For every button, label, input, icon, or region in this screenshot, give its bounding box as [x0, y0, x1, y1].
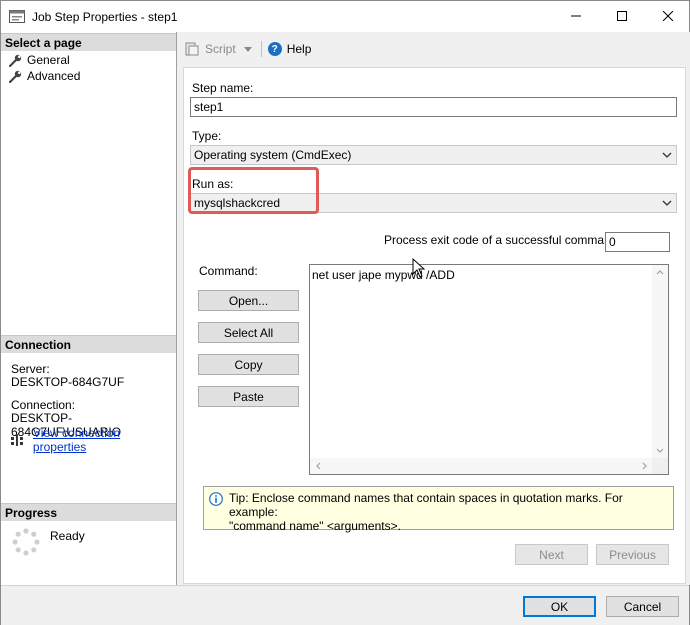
title-bar: Job Step Properties - step1: [1, 1, 689, 32]
open-button[interactable]: Open...: [198, 290, 299, 311]
main-content: Script ? Help Step name: step1 Type: Ope…: [178, 32, 690, 585]
help-button[interactable]: ? Help: [267, 42, 312, 56]
server-value: DESKTOP-684G7UF: [11, 375, 125, 389]
wrench-icon: [9, 54, 22, 67]
minimize-button[interactable]: [553, 1, 599, 31]
maximize-icon: [617, 11, 627, 21]
wrench-icon: [9, 70, 22, 83]
sidebar-item-label: General: [27, 53, 70, 67]
scroll-right-icon: [642, 462, 647, 470]
cancel-button[interactable]: Cancel: [606, 596, 679, 617]
command-text: net user jape mypwd /ADD: [312, 268, 455, 282]
progress-status: Ready: [50, 529, 85, 543]
chevron-down-icon: [662, 152, 672, 158]
toolbar: Script ? Help: [185, 40, 311, 58]
ok-button[interactable]: OK: [523, 596, 596, 617]
command-label: Command:: [199, 264, 258, 278]
horizontal-scrollbar[interactable]: [310, 458, 653, 474]
script-button[interactable]: Script: [185, 42, 252, 56]
command-textarea[interactable]: net user jape mypwd /ADD: [309, 264, 669, 475]
chevron-down-icon: [662, 200, 672, 206]
connection-properties-icon: [11, 434, 23, 446]
tip-text: Tip: Enclose command names that contain …: [229, 491, 669, 533]
window-title: Job Step Properties - step1: [32, 10, 178, 24]
info-icon: [209, 492, 223, 506]
type-select[interactable]: Operating system (CmdExec): [190, 145, 677, 165]
sidebar-item-general[interactable]: General: [9, 52, 70, 68]
help-label: Help: [286, 42, 312, 56]
exit-code-label: Process exit code of a successful comman…: [384, 233, 621, 247]
run-as-highlight-box: [188, 167, 319, 214]
close-icon: [663, 11, 673, 21]
close-button[interactable]: [645, 1, 690, 31]
chevron-down-icon[interactable]: [243, 46, 252, 52]
vertical-scrollbar[interactable]: [652, 265, 668, 458]
type-select-value: Operating system (CmdExec): [194, 148, 352, 162]
scroll-up-icon: [656, 270, 664, 275]
server-label: Server:: [11, 362, 50, 376]
toolbar-separator: [260, 41, 262, 57]
script-icon: [185, 42, 199, 56]
sidebar-item-label: Advanced: [27, 69, 81, 83]
tip-text-line2: "command name" <arguments>.: [229, 519, 401, 533]
select-page-header: Select a page: [1, 33, 176, 51]
copy-button[interactable]: Copy: [198, 354, 299, 375]
connection-label: Connection:: [11, 398, 76, 412]
dialog-footer: OK Cancel: [1, 585, 689, 625]
scroll-left-icon: [316, 462, 321, 470]
tip-text-line1: Tip: Enclose command names that contain …: [229, 491, 623, 519]
job-step-properties-window: Job Step Properties - step1 Select a pag…: [0, 0, 690, 625]
script-label: Script: [205, 42, 236, 56]
scrollbar-corner: [652, 458, 668, 474]
step-name-label: Step name:: [192, 81, 254, 95]
connection-header: Connection: [1, 335, 176, 353]
next-button[interactable]: Next: [515, 544, 588, 565]
minimize-icon: [571, 15, 581, 17]
view-connection-properties[interactable]: View connection properties: [11, 426, 176, 454]
tip-box: Tip: Enclose command names that contain …: [203, 486, 674, 533]
progress-spinner-icon: [12, 528, 40, 556]
sidebar-item-advanced[interactable]: Advanced: [9, 68, 80, 84]
previous-button[interactable]: Previous: [596, 544, 669, 565]
exit-code-input[interactable]: 0: [605, 232, 670, 252]
sidebar: Select a page General Advanced Connectio…: [1, 32, 177, 585]
paste-button[interactable]: Paste: [198, 386, 299, 407]
job-step-app-icon: [9, 10, 25, 23]
maximize-button[interactable]: [599, 1, 645, 31]
select-all-button[interactable]: Select All: [198, 322, 299, 343]
mouse-cursor-icon: [412, 258, 426, 278]
type-label: Type:: [192, 129, 222, 143]
scroll-down-icon: [656, 448, 664, 453]
progress-header: Progress: [1, 503, 176, 521]
step-name-input[interactable]: step1: [190, 97, 677, 117]
general-page-panel: Step name: step1 Type: Operating system …: [183, 67, 686, 584]
help-icon: ?: [267, 42, 282, 56]
view-connection-properties-link[interactable]: View connection properties: [33, 426, 176, 454]
